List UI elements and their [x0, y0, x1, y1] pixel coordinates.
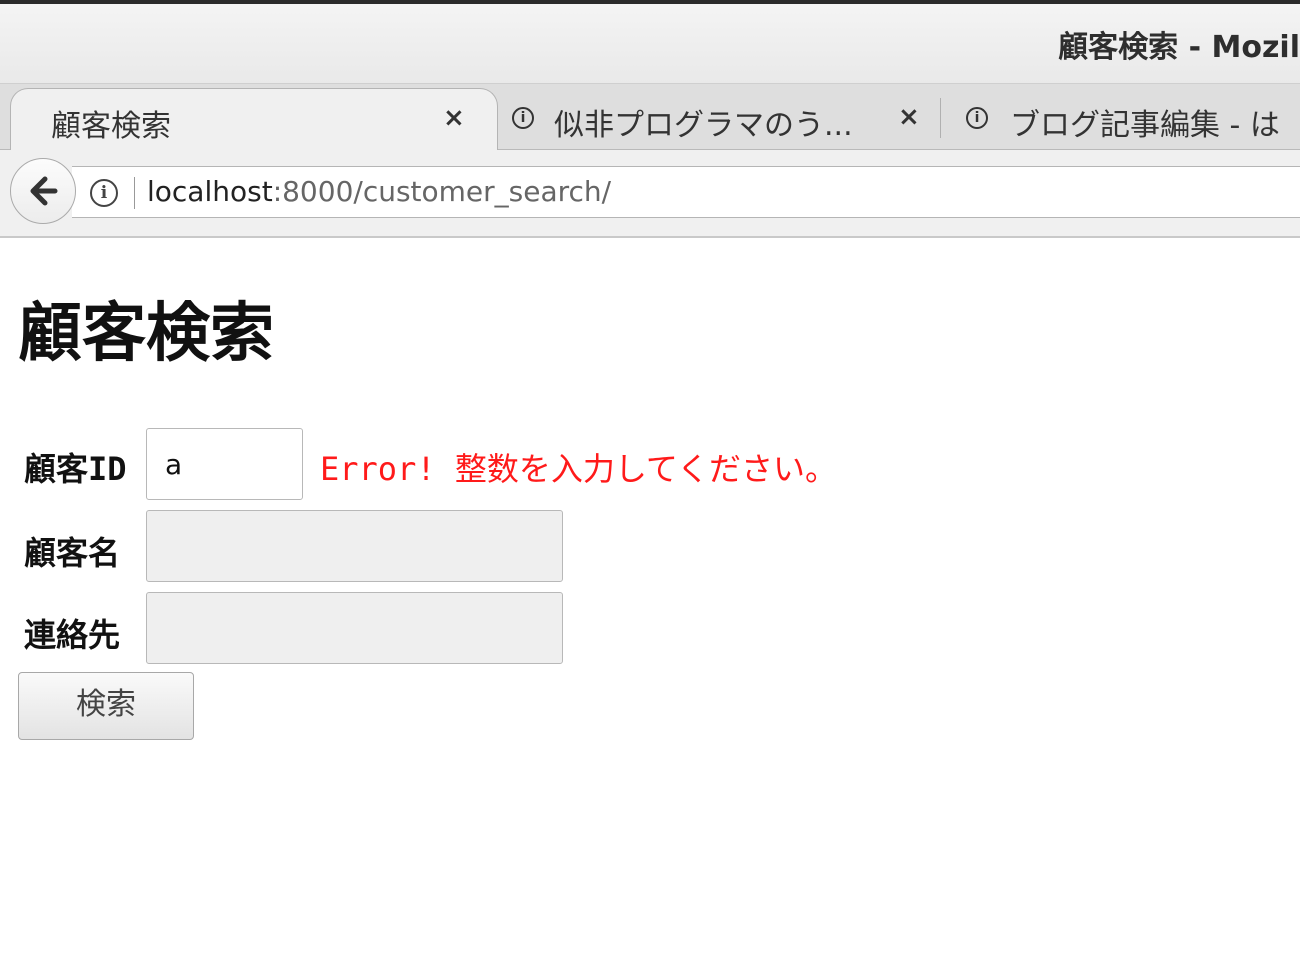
url-host: localhost: [147, 175, 273, 208]
customer-id-label: 顧客ID: [24, 450, 127, 488]
tab-separator: [940, 98, 941, 138]
page-content: 顧客検索 顧客ID Error! 整数を入力してください。 顧客名 連絡先 検索: [0, 238, 1300, 975]
close-icon[interactable]: ×: [443, 103, 465, 133]
tab-customer-search[interactable]: 顧客検索 ×: [10, 88, 498, 152]
customer-id-error: Error! 整数を入力してください。: [320, 450, 837, 488]
url-path: :8000/customer_search/: [272, 175, 612, 208]
customer-name-label: 顧客名: [24, 534, 121, 572]
back-arrow-icon: [30, 176, 58, 206]
page-title: 顧客検索: [18, 297, 274, 371]
window-titlebar: 顧客検索 - Mozil: [0, 0, 1300, 84]
customer-name-field[interactable]: [146, 510, 563, 582]
contact-label: 連絡先: [24, 616, 121, 654]
window-title: 顧客検索 - Mozil: [1058, 30, 1300, 65]
customer-id-field[interactable]: [146, 428, 303, 500]
tab-label: 似非プログラマのう...: [554, 108, 853, 143]
url-bar[interactable]: i localhost:8000/customer_search/: [72, 166, 1300, 218]
tab-label: 顧客検索: [51, 109, 171, 144]
url-divider: [134, 177, 135, 209]
info-icon: i: [966, 107, 988, 129]
back-button[interactable]: [10, 158, 76, 224]
tab-label: ブログ記事編集 - は: [1010, 108, 1280, 143]
navigation-bar: i localhost:8000/customer_search/: [0, 150, 1300, 238]
contact-field[interactable]: [146, 592, 563, 664]
search-button[interactable]: 検索: [18, 672, 194, 740]
info-icon: i: [512, 107, 534, 129]
close-icon[interactable]: ×: [898, 102, 920, 132]
tab-strip: 顧客検索 × i 似非プログラマのう... × i ブログ記事編集 - は: [0, 84, 1300, 152]
url-text[interactable]: localhost:8000/customer_search/: [147, 175, 611, 208]
site-info-icon[interactable]: i: [90, 179, 118, 207]
